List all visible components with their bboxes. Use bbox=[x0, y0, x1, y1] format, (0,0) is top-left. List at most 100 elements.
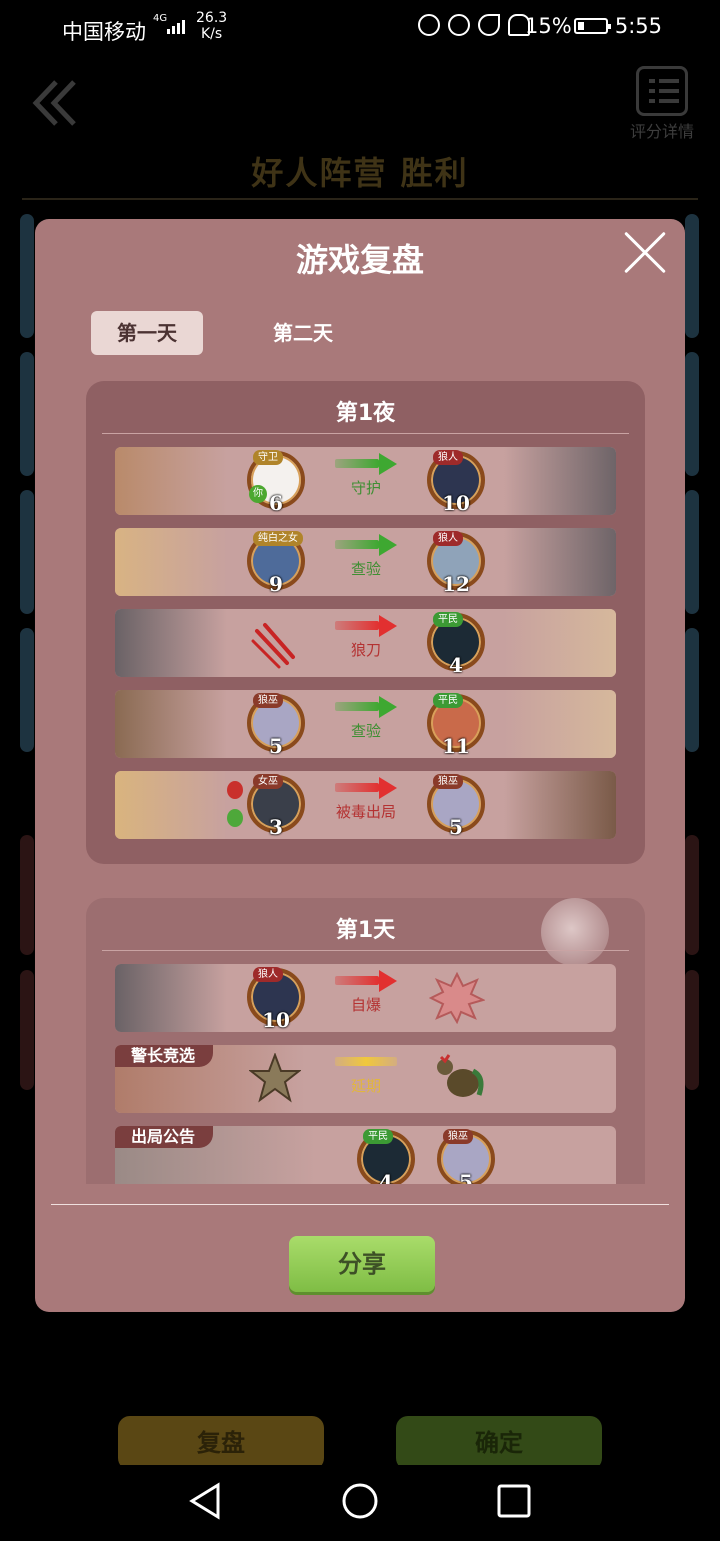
player-card bbox=[20, 352, 34, 476]
event-row: 守卫 你 6 守护 狼人 10 bbox=[115, 447, 616, 515]
player-card bbox=[685, 835, 699, 955]
carrier-name: 中国移动 bbox=[62, 20, 146, 44]
role-tag: 平民 bbox=[433, 612, 463, 627]
action-label: 延期 bbox=[350, 1077, 381, 1095]
moon-icon bbox=[478, 14, 500, 36]
score-detail-button[interactable]: 评分详情 bbox=[622, 66, 702, 142]
guard-portrait bbox=[115, 447, 227, 515]
signal-icon bbox=[167, 18, 185, 34]
status-icons bbox=[418, 14, 530, 36]
system-nav-bar bbox=[0, 1465, 720, 1541]
player-avatar: 平民 11 bbox=[427, 693, 485, 758]
seat-number: 3 bbox=[269, 815, 283, 839]
seat-number: 11 bbox=[442, 734, 470, 758]
divider bbox=[22, 198, 698, 200]
player-card bbox=[685, 628, 699, 752]
action-label: 查验 bbox=[350, 560, 381, 578]
seat-number: 4 bbox=[449, 653, 463, 677]
player-avatar: 狼巫 5 bbox=[427, 774, 485, 839]
role-tag: 狼巫 bbox=[443, 1129, 473, 1144]
wolf-witch-portrait bbox=[115, 690, 227, 758]
arrow-right-icon bbox=[335, 453, 397, 475]
player-card bbox=[20, 970, 34, 1090]
seat-number: 10 bbox=[442, 491, 470, 515]
dialog-title: 游戏复盘 bbox=[295, 241, 424, 279]
player-avatar: 狼人 12 bbox=[427, 531, 485, 596]
replay-button[interactable]: 复盘 bbox=[118, 1416, 324, 1470]
divider bbox=[102, 433, 629, 434]
seat-number: 4 bbox=[379, 1170, 393, 1184]
action-label: 自爆 bbox=[350, 996, 381, 1014]
arrow-right-icon bbox=[335, 534, 397, 556]
arrow-right-icon bbox=[335, 777, 397, 799]
event-row: 纯白之女 9 查验 狼人 12 bbox=[115, 528, 616, 596]
player-card bbox=[20, 628, 34, 752]
score-detail-label: 评分详情 bbox=[629, 122, 694, 141]
event-row: 狼人 10 自爆 bbox=[115, 964, 616, 1032]
seat-number: 6 bbox=[269, 491, 283, 515]
action-arrow: 狼刀 bbox=[329, 615, 403, 660]
role-tag: 纯白之女 bbox=[253, 531, 303, 546]
arrow-right-icon bbox=[335, 970, 397, 992]
event-row: 出局公告 平民 4 狼巫 5 bbox=[115, 1126, 616, 1184]
divider bbox=[51, 1204, 669, 1205]
recents-square-icon[interactable] bbox=[494, 1481, 534, 1521]
werewolf-portrait bbox=[504, 528, 616, 596]
action-arrow: 查验 bbox=[329, 696, 403, 741]
role-tag: 狼人 bbox=[253, 967, 283, 982]
wolf-witch-portrait bbox=[504, 771, 616, 839]
battery-icon bbox=[574, 18, 611, 34]
back-icon[interactable] bbox=[30, 76, 80, 130]
result-title: 好人阵营 胜利 bbox=[251, 154, 469, 192]
player-card bbox=[20, 214, 34, 338]
action-arrow: 延期 bbox=[329, 1051, 403, 1096]
player-card bbox=[20, 490, 34, 614]
seat-number: 5 bbox=[269, 734, 283, 758]
player-avatar: 守卫 你 6 bbox=[247, 450, 305, 515]
replay-dialog: 游戏复盘 第一天 第二天 第1夜 守卫 你 6 守护 狼人 10 纯白之女 9 … bbox=[35, 219, 685, 1312]
share-button[interactable]: 分享 bbox=[289, 1236, 435, 1292]
player-avatar: 狼人 10 bbox=[427, 450, 485, 515]
close-icon[interactable] bbox=[623, 231, 667, 275]
player-card bbox=[685, 214, 699, 338]
event-row: 女巫 3 被毒出局 狼巫 5 bbox=[115, 771, 616, 839]
villager-portrait bbox=[504, 609, 616, 677]
player-avatar: 女巫 3 bbox=[247, 774, 305, 839]
event-row: 狼刀 平民 4 bbox=[115, 609, 616, 677]
arrow-right-icon bbox=[335, 696, 397, 718]
role-tag: 守卫 bbox=[253, 450, 283, 465]
night-section: 第1夜 守卫 你 6 守护 狼人 10 纯白之女 9 查验 狼人 12 狼刀 平… bbox=[86, 381, 645, 864]
status-bar: 中国移动 4G 26.3 K/s 15% 5:55 bbox=[0, 0, 720, 56]
role-tag: 平民 bbox=[433, 693, 463, 708]
player-avatar: 平民 4 bbox=[357, 1129, 415, 1184]
role-tag: 平民 bbox=[363, 1129, 393, 1144]
tab-day-one[interactable]: 第一天 bbox=[91, 311, 203, 355]
divider bbox=[102, 950, 629, 951]
role-tag: 女巫 bbox=[253, 774, 283, 789]
action-arrow: 查验 bbox=[329, 534, 403, 579]
action-arrow: 守护 bbox=[329, 453, 403, 498]
villager-portrait bbox=[504, 690, 616, 758]
section-title: 第1夜 bbox=[335, 401, 396, 426]
home-circle-icon[interactable] bbox=[340, 1481, 380, 1521]
werewolf-portrait bbox=[115, 609, 227, 677]
network-type: 4G bbox=[153, 13, 168, 24]
player-card bbox=[685, 970, 699, 1090]
werewolf-portrait bbox=[504, 447, 616, 515]
action-label: 被毒出局 bbox=[335, 803, 396, 821]
seat-number: 9 bbox=[269, 572, 283, 596]
death-announcement-label: 出局公告 bbox=[115, 1126, 214, 1148]
player-avatar: 纯白之女 9 bbox=[247, 531, 305, 596]
explosion-icon bbox=[429, 972, 485, 1024]
action-label: 查验 bbox=[350, 722, 381, 740]
maiden-portrait bbox=[115, 528, 227, 596]
werewolf-portrait bbox=[115, 964, 227, 1032]
section-title: 第1天 bbox=[335, 918, 396, 943]
action-label: 狼刀 bbox=[350, 641, 381, 659]
confirm-button[interactable]: 确定 bbox=[396, 1416, 602, 1470]
tab-day-two[interactable]: 第二天 bbox=[247, 311, 359, 355]
back-triangle-icon[interactable] bbox=[186, 1481, 226, 1521]
player-card bbox=[685, 352, 699, 476]
sheriff-election-label: 警长竞选 bbox=[115, 1045, 214, 1067]
player-card bbox=[20, 835, 34, 955]
